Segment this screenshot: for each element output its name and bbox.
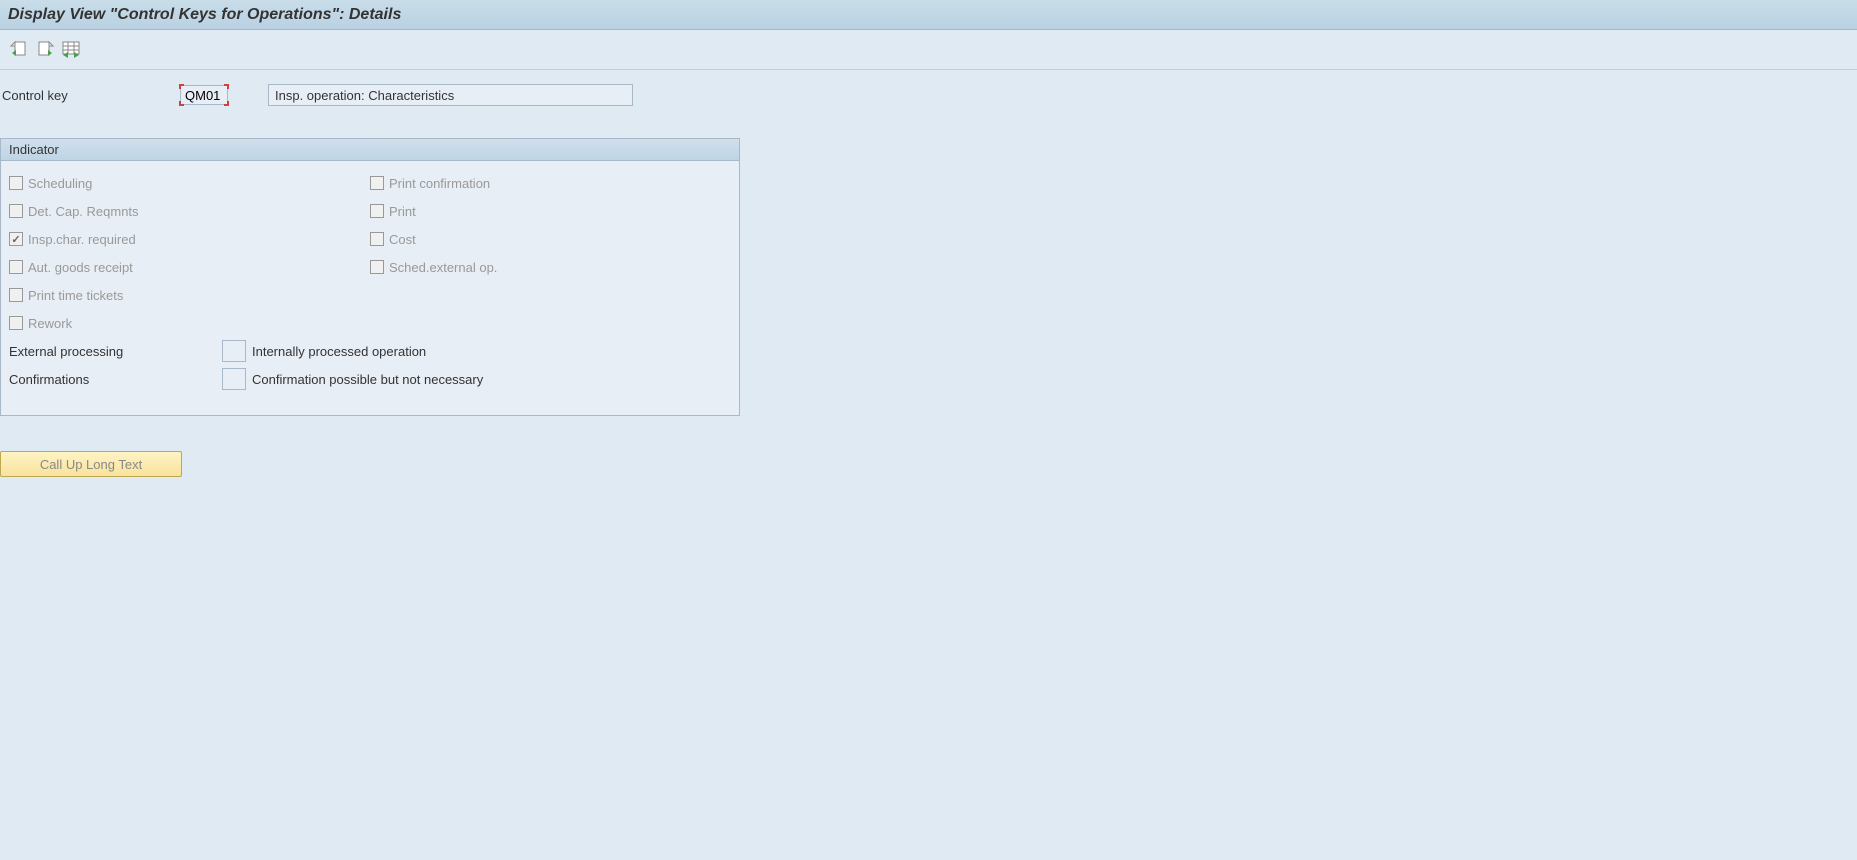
indicator-grid: Scheduling Det. Cap. Reqmnts Insp.char. … [9,169,731,337]
check-rework-row: Rework [9,309,370,337]
indicator-panel-body: Scheduling Det. Cap. Reqmnts Insp.char. … [1,161,739,415]
title-bar: Display View "Control Keys for Operation… [0,0,1857,30]
control-key-label: Control key [0,88,180,103]
check-schedext-label: Sched.external op. [389,260,497,275]
check-scheduling-label: Scheduling [28,176,92,191]
doc-forward-icon[interactable] [36,41,54,59]
external-processing-label: External processing [9,344,222,359]
indicator-panel-header: Indicator [1,139,739,161]
check-print-label: Print [389,204,416,219]
check-scheduling-row: Scheduling [9,169,370,197]
check-scheduling[interactable] [9,176,23,190]
content-area: Control key Indicator Scheduling Det. Ca… [0,70,1857,477]
check-rework[interactable] [9,316,23,330]
external-processing-row: External processing Internally processed… [9,337,731,365]
control-key-field-wrapper [180,85,228,105]
check-schedext-row: Sched.external op. [370,253,731,281]
check-printtime-label: Print time tickets [28,288,123,303]
check-printconf-row: Print confirmation [370,169,731,197]
indicator-col-right: Print confirmation Print Cost Sched.exte… [370,169,731,337]
check-printconf-label: Print confirmation [389,176,490,191]
check-cost[interactable] [370,232,384,246]
control-key-row: Control key [0,80,1857,108]
external-processing-input[interactable] [222,340,246,362]
button-row: Call Up Long Text [0,451,1857,477]
check-cost-row: Cost [370,225,731,253]
check-rework-label: Rework [28,316,72,331]
control-key-description[interactable] [268,84,633,106]
check-print-row: Print [370,197,731,225]
check-printtime[interactable] [9,288,23,302]
check-inspchar[interactable] [9,232,23,246]
indicator-col-left: Scheduling Det. Cap. Reqmnts Insp.char. … [9,169,370,337]
confirmations-text: Confirmation possible but not necessary [252,372,483,387]
check-printconf[interactable] [370,176,384,190]
call-up-long-text-button[interactable]: Call Up Long Text [0,451,182,477]
check-detcap[interactable] [9,204,23,218]
doc-back-icon[interactable] [10,41,28,59]
check-autgoods-row: Aut. goods receipt [9,253,370,281]
check-detcap-row: Det. Cap. Reqmnts [9,197,370,225]
check-inspchar-label: Insp.char. required [28,232,136,247]
confirmations-input[interactable] [222,368,246,390]
page-title: Display View "Control Keys for Operation… [8,6,401,24]
table-settings-icon[interactable] [62,41,80,59]
control-key-input[interactable] [180,85,228,105]
check-cost-label: Cost [389,232,416,247]
check-inspchar-row: Insp.char. required [9,225,370,253]
confirmations-label: Confirmations [9,372,222,387]
check-autgoods[interactable] [9,260,23,274]
check-autgoods-label: Aut. goods receipt [28,260,133,275]
toolbar [0,30,1857,70]
external-processing-text: Internally processed operation [252,344,426,359]
check-detcap-label: Det. Cap. Reqmnts [28,204,139,219]
check-print[interactable] [370,204,384,218]
indicator-panel: Indicator Scheduling Det. Cap. Reqmnts I… [0,138,740,416]
check-printtime-row: Print time tickets [9,281,370,309]
confirmations-row: Confirmations Confirmation possible but … [9,365,731,393]
check-schedext[interactable] [370,260,384,274]
